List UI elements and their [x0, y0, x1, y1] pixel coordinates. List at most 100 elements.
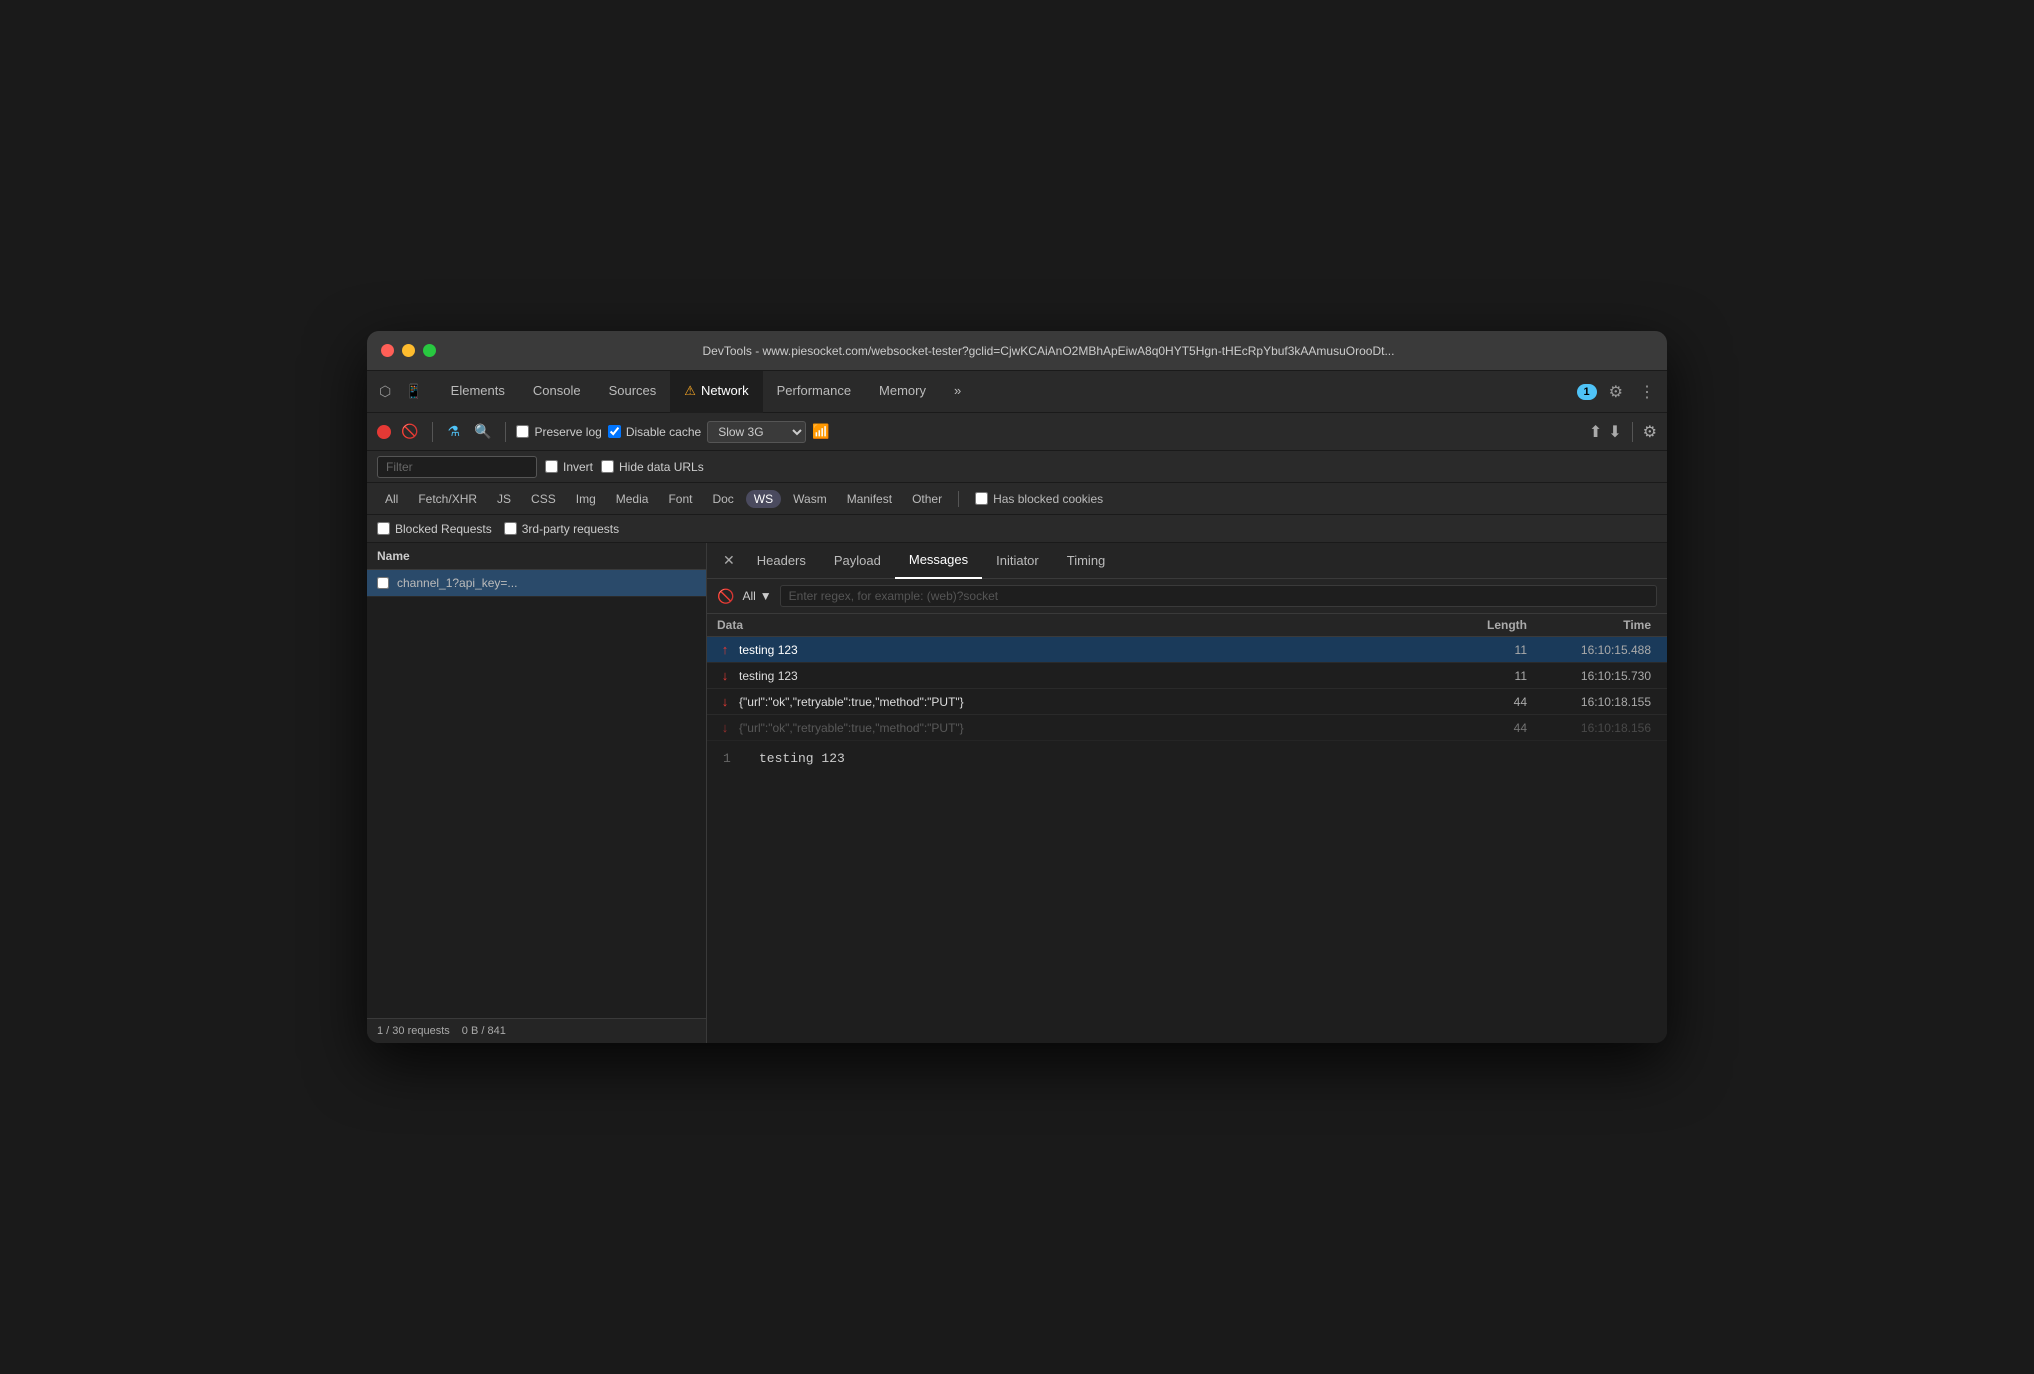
- filter-js[interactable]: JS: [489, 490, 519, 508]
- message-filter-input[interactable]: [780, 585, 1657, 607]
- sub-tab-bar: ✕ Headers Payload Messages Initiator Tim…: [707, 543, 1667, 579]
- invert-checkbox[interactable]: [545, 460, 558, 473]
- notification-badge[interactable]: 1: [1577, 384, 1597, 400]
- arrow-down-icon-3: ↓: [717, 720, 733, 735]
- tab-sources[interactable]: Sources: [595, 371, 671, 413]
- tab-more[interactable]: »: [940, 371, 975, 413]
- filter-fetch-xhr[interactable]: Fetch/XHR: [410, 490, 485, 508]
- close-detail-button[interactable]: ✕: [715, 548, 743, 573]
- preserve-log-checkbox[interactable]: [516, 425, 529, 438]
- message-time-3: 16:10:18.156: [1527, 721, 1657, 735]
- message-length-2: 44: [1427, 695, 1527, 709]
- filter-css[interactable]: CSS: [523, 490, 564, 508]
- sub-tab-messages[interactable]: Messages: [895, 543, 982, 579]
- type-bar-separator: [958, 491, 959, 507]
- request-list: Name channel_1?api_key=... 1 / 30 reques…: [367, 543, 707, 1043]
- message-row-2[interactable]: ↓ {"url":"ok","retryable":true,"method":…: [707, 689, 1667, 715]
- third-party-checkbox[interactable]: [504, 522, 517, 535]
- more-menu-icon[interactable]: ⋮: [1635, 378, 1659, 406]
- filter-input[interactable]: [377, 456, 537, 478]
- arrow-down-icon-2: ↓: [717, 694, 733, 709]
- message-time-2: 16:10:18.155: [1527, 695, 1657, 709]
- detail-content: testing 123: [759, 751, 845, 766]
- record-button[interactable]: [377, 425, 391, 439]
- chevron-down-icon: ▼: [760, 589, 772, 603]
- message-time-0: 16:10:15.488: [1527, 643, 1657, 657]
- filter-font[interactable]: Font: [660, 490, 700, 508]
- close-button[interactable]: [381, 344, 394, 357]
- message-length-0: 11: [1427, 643, 1527, 657]
- type-filter-bar: All Fetch/XHR JS CSS Img Media Font Doc …: [367, 483, 1667, 515]
- upload-icon[interactable]: ⬆: [1589, 422, 1602, 442]
- blocked-requests-checkbox[interactable]: [377, 522, 390, 535]
- disable-cache-checkbox[interactable]: [608, 425, 621, 438]
- filter-manifest[interactable]: Manifest: [839, 490, 900, 508]
- request-list-header: Name: [367, 543, 706, 570]
- minimize-button[interactable]: [402, 344, 415, 357]
- filter-ws[interactable]: WS: [746, 490, 781, 508]
- network-settings-icon[interactable]: ⚙: [1643, 422, 1657, 442]
- secondary-filter-bar: Blocked Requests 3rd-party requests: [367, 515, 1667, 543]
- filter-all[interactable]: All: [377, 490, 406, 508]
- title-bar: DevTools - www.piesocket.com/websocket-t…: [367, 331, 1667, 371]
- sub-tab-timing[interactable]: Timing: [1053, 543, 1120, 579]
- devtools-window: DevTools - www.piesocket.com/websocket-t…: [367, 331, 1667, 1043]
- message-row-1[interactable]: ↓ testing 123 11 16:10:15.730: [707, 663, 1667, 689]
- settings-icon[interactable]: ⚙: [1605, 378, 1627, 406]
- message-time-1: 16:10:15.730: [1527, 669, 1657, 683]
- toolbar-separator-3: [1632, 422, 1633, 442]
- hide-data-urls-label[interactable]: Hide data URLs: [601, 460, 704, 474]
- detail-panel: ✕ Headers Payload Messages Initiator Tim…: [707, 543, 1667, 1043]
- hide-data-urls-checkbox[interactable]: [601, 460, 614, 473]
- wifi-icon[interactable]: 📶: [812, 423, 829, 440]
- blocked-requests-label[interactable]: Blocked Requests: [377, 522, 492, 536]
- filter-dropdown[interactable]: All ▼: [742, 589, 771, 603]
- request-checkbox[interactable]: [377, 577, 389, 589]
- disable-cache-label[interactable]: Disable cache: [608, 425, 701, 439]
- messages-header: Data Length Time: [707, 614, 1667, 637]
- message-data-3: {"url":"ok","retryable":true,"method":"P…: [739, 721, 1427, 735]
- tab-console[interactable]: Console: [519, 371, 595, 413]
- search-icon[interactable]: 🔍: [470, 421, 495, 442]
- download-icon[interactable]: ⬇: [1608, 422, 1621, 442]
- invert-label[interactable]: Invert: [545, 460, 593, 474]
- third-party-label[interactable]: 3rd-party requests: [504, 522, 619, 536]
- message-data-0: testing 123: [739, 643, 1427, 657]
- no-record-icon[interactable]: 🚫: [397, 421, 422, 442]
- filter-doc[interactable]: Doc: [704, 490, 741, 508]
- tab-right-icons: 1 ⚙ ⋮: [1577, 378, 1659, 406]
- filter-wasm[interactable]: Wasm: [785, 490, 835, 508]
- maximize-button[interactable]: [423, 344, 436, 357]
- warning-icon: ⚠: [684, 383, 696, 399]
- tab-performance[interactable]: Performance: [763, 371, 865, 413]
- col-header-time: Time: [1527, 618, 1657, 632]
- block-filter-icon[interactable]: 🚫: [717, 588, 734, 605]
- sub-tab-initiator[interactable]: Initiator: [982, 543, 1053, 579]
- request-item[interactable]: channel_1?api_key=...: [367, 570, 706, 597]
- cursor-icon[interactable]: ⬡: [375, 379, 395, 404]
- filter-other[interactable]: Other: [904, 490, 950, 508]
- detail-line-number: 1: [723, 751, 743, 766]
- has-blocked-cookies-checkbox[interactable]: [975, 492, 988, 505]
- tab-memory[interactable]: Memory: [865, 371, 940, 413]
- message-row-3[interactable]: ↓ {"url":"ok","retryable":true,"method":…: [707, 715, 1667, 741]
- arrow-down-icon-1: ↓: [717, 668, 733, 683]
- device-icon[interactable]: 📱: [401, 379, 426, 404]
- tab-network[interactable]: ⚠ Network: [670, 371, 762, 413]
- filter-media[interactable]: Media: [608, 490, 657, 508]
- filter-img[interactable]: Img: [568, 490, 604, 508]
- tab-icons: ⬡ 📱: [375, 379, 427, 404]
- preserve-log-label[interactable]: Preserve log: [516, 425, 601, 439]
- detail-line: 1 testing 123: [723, 751, 1651, 766]
- filter-icon[interactable]: ⚗: [443, 421, 464, 442]
- throttle-select[interactable]: Slow 3GFast 3GNo throttlingOffline: [707, 421, 806, 443]
- has-blocked-cookies-label[interactable]: Has blocked cookies: [975, 492, 1103, 506]
- messages-table: Data Length Time ↑ testing 123 11 16:10:…: [707, 614, 1667, 741]
- toolbar-separator-2: [505, 422, 506, 442]
- sub-tab-headers[interactable]: Headers: [743, 543, 820, 579]
- tab-elements[interactable]: Elements: [437, 371, 519, 413]
- sub-tab-payload[interactable]: Payload: [820, 543, 895, 579]
- arrow-up-icon-0: ↑: [717, 642, 733, 657]
- message-row-0[interactable]: ↑ testing 123 11 16:10:15.488: [707, 637, 1667, 663]
- message-data-1: testing 123: [739, 669, 1427, 683]
